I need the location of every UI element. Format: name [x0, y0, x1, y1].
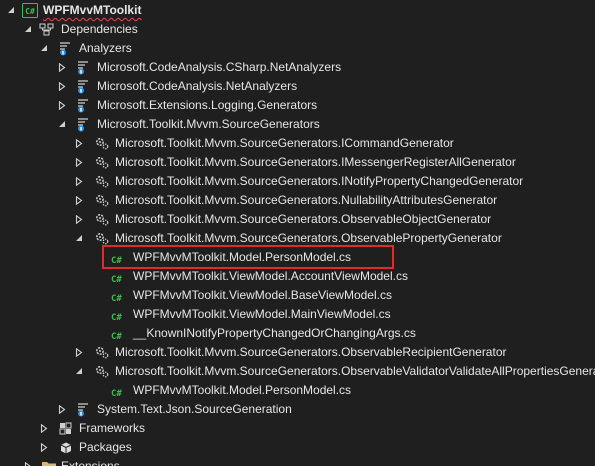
csharp-file-icon: C# [111, 294, 122, 304]
csharp-file-icon: C# [111, 389, 122, 399]
analyzer-package-icon [76, 79, 92, 94]
collapsed-chevron-icon[interactable] [56, 77, 68, 96]
csharp-file-icon: C# [111, 256, 122, 266]
collapsed-chevron-icon[interactable] [56, 400, 68, 419]
analyzer-package-icon [76, 117, 92, 132]
solution-explorer-tree: C# WPFMvvMToolkit Dependencies Analyzers Mic… [0, 0, 595, 466]
tree-item-label: Microsoft.Toolkit.Mvvm.SourceGenerators [97, 117, 320, 131]
expanded-chevron-icon[interactable] [73, 362, 85, 381]
tree-item-label: Microsoft.Toolkit.Mvvm.SourceGenerators.… [115, 345, 507, 359]
tree-item-wpfmvvmtoolkit[interactable]: C# WPFMvvMToolkit [0, 1, 595, 20]
tree-item-system-text-json-sourcegeneration[interactable]: System.Text.Json.SourceGeneration [0, 400, 595, 419]
collapsed-chevron-icon[interactable] [56, 96, 68, 115]
tree-item-microsoft-toolkit-mvvm-sourcegenerators-inotifypropertychangedgenerator[interactable]: Microsoft.Toolkit.Mvvm.SourceGenerators.… [0, 172, 595, 191]
tree-item-label: Microsoft.Toolkit.Mvvm.SourceGenerators.… [115, 193, 498, 207]
tree-item-label: WPFMvvMToolkit.Model.PersonModel.cs [133, 383, 352, 397]
collapsed-chevron-icon[interactable] [73, 134, 85, 153]
tree-item-wpfmvvmtoolkit-model-personmodel-cs[interactable]: C# WPFMvvMToolkit.Model.PersonModel.cs [0, 248, 595, 267]
expanded-chevron-icon[interactable] [22, 20, 34, 39]
source-generator-icon [94, 345, 110, 360]
tree-item-wpfmvvmtoolkit-viewmodel-accountviewmodel-cs[interactable]: C# WPFMvvMToolkit.ViewModel.AccountViewMo… [0, 267, 595, 286]
analyzer-package-icon [76, 98, 92, 113]
expanded-chevron-icon[interactable] [73, 229, 85, 248]
tree-item-label: Dependencies [61, 22, 138, 36]
tree-item-packages[interactable]: Packages [0, 438, 595, 457]
source-generator-icon [94, 136, 110, 151]
tree-item-label: Packages [79, 440, 132, 454]
tree-item-frameworks[interactable]: Frameworks [0, 419, 595, 438]
tree-item-label: System.Text.Json.SourceGeneration [97, 402, 292, 416]
tree-item-label: Microsoft.Extensions.Logging.Generators [97, 98, 318, 112]
collapsed-chevron-icon[interactable] [73, 343, 85, 362]
tree-item-microsoft-extensions-logging-generators[interactable]: Microsoft.Extensions.Logging.Generators [0, 96, 595, 115]
tree-item-microsoft-toolkit-mvvm-sourcegenerators[interactable]: Microsoft.Toolkit.Mvvm.SourceGenerators [0, 115, 595, 134]
tree-item-label: Analyzers [79, 41, 132, 55]
tree-item-wpfmvvmtoolkit-viewmodel-mainviewmodel-cs[interactable]: C# WPFMvvMToolkit.ViewModel.MainViewModel… [0, 305, 595, 324]
csharp-file-icon: C# [111, 332, 122, 342]
tree-item-dependencies[interactable]: Dependencies [0, 20, 595, 39]
tree-item-microsoft-toolkit-mvvm-sourcegenerators-imessengerregisterallgenerator[interactable]: Microsoft.Toolkit.Mvvm.SourceGenerators.… [0, 153, 595, 172]
tree-item-microsoft-toolkit-mvvm-sourcegenerators-observablevalidatorvalidateallpropertiesgenerator[interactable]: Microsoft.Toolkit.Mvvm.SourceGenerators.… [0, 362, 595, 381]
tree-item-label: WPFMvvMToolkit.ViewModel.BaseViewModel.c… [133, 288, 392, 302]
tree-item-label: Microsoft.CodeAnalysis.CSharp.NetAnalyze… [97, 60, 342, 74]
collapsed-chevron-icon[interactable] [73, 172, 85, 191]
tree-item-wpfmvvmtoolkit-model-personmodel-cs[interactable]: C# WPFMvvMToolkit.Model.PersonModel.cs [0, 381, 595, 400]
source-generator-icon [94, 174, 110, 189]
tree-item-label: WPFMvvMToolkit.ViewModel.MainViewModel.c… [133, 307, 391, 321]
source-generator-icon [94, 364, 110, 379]
tree-item-label: WPFMvvMToolkit [43, 3, 142, 17]
tree-item-label: Frameworks [79, 421, 146, 435]
folder-icon [41, 459, 57, 466]
source-generator-icon [94, 193, 110, 208]
analyzers-folder-icon [58, 41, 74, 56]
tree-item-analyzers[interactable]: Analyzers [0, 39, 595, 58]
tree-item-knowninotifypropertychangedorchangingargs-cs[interactable]: C# __KnownINotifyPropertyChangedOrChangin… [0, 324, 595, 343]
tree-item-label: WPFMvvMToolkit.ViewModel.AccountViewMode… [133, 269, 408, 283]
tree-item-microsoft-toolkit-mvvm-sourcegenerators-nullabilityattributesgenerator[interactable]: Microsoft.Toolkit.Mvvm.SourceGenerators.… [0, 191, 595, 210]
tree-item-label: Microsoft.Toolkit.Mvvm.SourceGenerators.… [115, 231, 502, 245]
tree-item-extensions[interactable]: Extensions [0, 457, 595, 466]
collapsed-chevron-icon[interactable] [38, 419, 50, 438]
frameworks-icon [58, 421, 74, 436]
tree-item-wpfmvvmtoolkit-viewmodel-baseviewmodel-cs[interactable]: C# WPFMvvMToolkit.ViewModel.BaseViewModel… [0, 286, 595, 305]
collapsed-chevron-icon[interactable] [56, 58, 68, 77]
expanded-chevron-icon[interactable] [5, 1, 17, 20]
tree-item-microsoft-toolkit-mvvm-sourcegenerators-icommandgenerator[interactable]: Microsoft.Toolkit.Mvvm.SourceGenerators.… [0, 134, 595, 153]
tree-item-label: Microsoft.Toolkit.Mvvm.SourceGenerators.… [115, 136, 454, 150]
collapsed-chevron-icon[interactable] [38, 438, 50, 457]
analyzer-package-icon [76, 402, 92, 417]
tree-item-microsoft-toolkit-mvvm-sourcegenerators-observablerecipientgenerator[interactable]: Microsoft.Toolkit.Mvvm.SourceGenerators.… [0, 343, 595, 362]
tree-item-microsoft-toolkit-mvvm-sourcegenerators-observablepropertygenerator[interactable]: Microsoft.Toolkit.Mvvm.SourceGenerators.… [0, 229, 595, 248]
source-generator-icon [94, 231, 110, 246]
tree-item-label: WPFMvvMToolkit.Model.PersonModel.cs [133, 250, 352, 264]
expanded-chevron-icon[interactable] [38, 39, 50, 58]
tree-item-microsoft-codeanalysis-csharp-netanalyzers[interactable]: Microsoft.CodeAnalysis.CSharp.NetAnalyze… [0, 58, 595, 77]
csharp-file-icon: C# [111, 275, 122, 285]
expanded-chevron-icon[interactable] [56, 115, 68, 134]
tree-item-label: Microsoft.Toolkit.Mvvm.SourceGenerators.… [115, 364, 595, 378]
svg-text:C#: C# [25, 7, 35, 16]
tree-item-label: __KnownINotifyPropertyChangedOrChangingA… [133, 326, 416, 340]
csharp-file-icon: C# [111, 313, 122, 323]
source-generator-icon [94, 212, 110, 227]
tree-item-label: Microsoft.Toolkit.Mvvm.SourceGenerators.… [115, 212, 492, 226]
source-generator-icon [94, 155, 110, 170]
collapsed-chevron-icon[interactable] [73, 153, 85, 172]
tree-item-label: Microsoft.CodeAnalysis.NetAnalyzers [97, 79, 298, 93]
collapsed-chevron-icon[interactable] [73, 210, 85, 229]
analyzer-package-icon [76, 60, 92, 75]
collapsed-chevron-icon[interactable] [73, 191, 85, 210]
tree-item-label: Microsoft.Toolkit.Mvvm.SourceGenerators.… [115, 174, 524, 188]
tree-item-microsoft-codeanalysis-netanalyzers[interactable]: Microsoft.CodeAnalysis.NetAnalyzers [0, 77, 595, 96]
tree-item-label: Extensions [61, 459, 120, 466]
collapsed-chevron-icon[interactable] [22, 457, 34, 466]
tree-item-microsoft-toolkit-mvvm-sourcegenerators-observableobjectgenerator[interactable]: Microsoft.Toolkit.Mvvm.SourceGenerators.… [0, 210, 595, 229]
csharp-project-icon: C# [22, 3, 38, 18]
tree-item-label: Microsoft.Toolkit.Mvvm.SourceGenerators.… [115, 155, 516, 169]
packages-icon [58, 440, 74, 455]
dependencies-icon [39, 22, 55, 37]
